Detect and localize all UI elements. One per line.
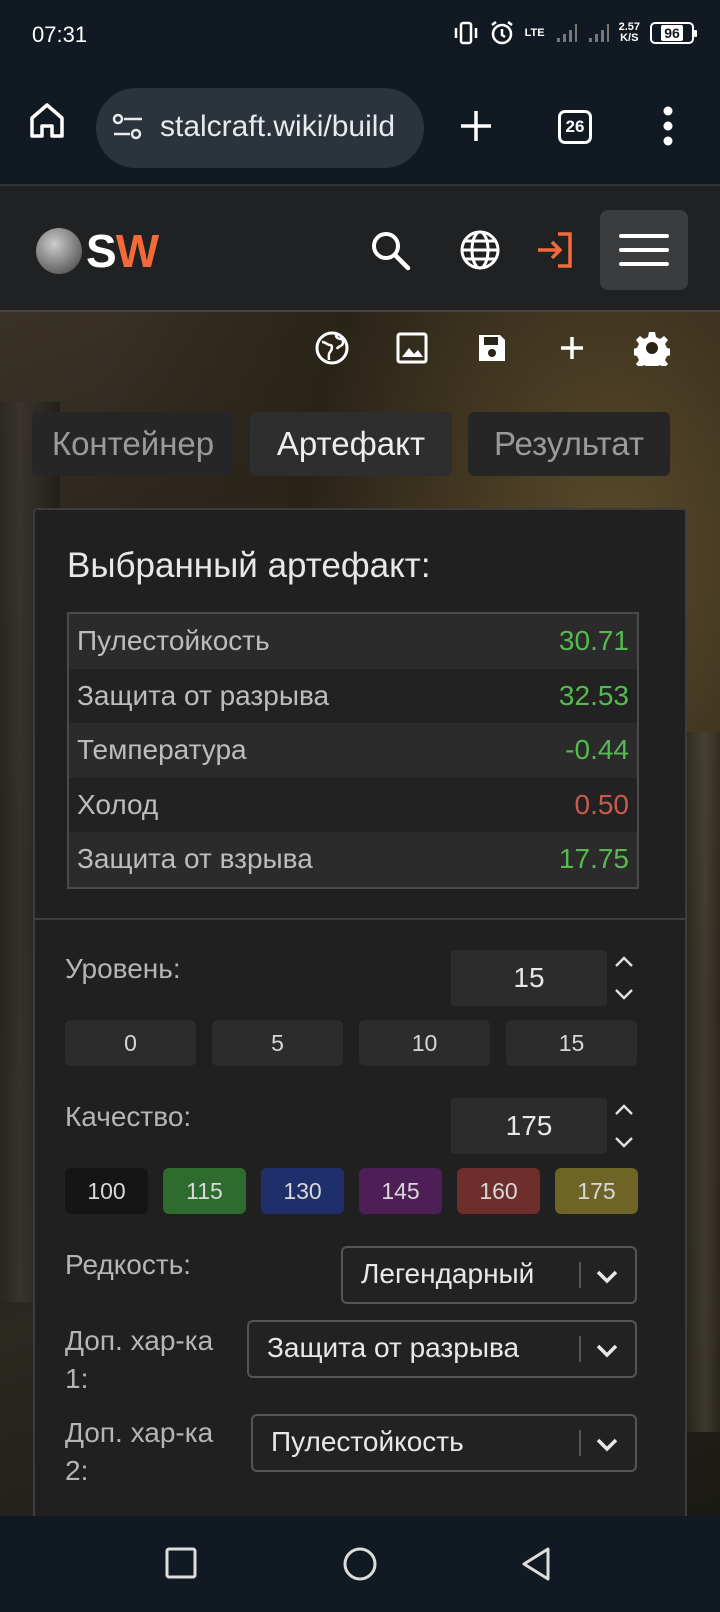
rarity-select[interactable]: Легендарный bbox=[341, 1246, 637, 1304]
search-icon[interactable] bbox=[368, 228, 412, 272]
level-label: Уровень: bbox=[65, 953, 181, 984]
stat-value: 0.50 bbox=[574, 788, 630, 820]
extra1-label: Доп. хар-ка 1: bbox=[65, 1325, 214, 1394]
level-input[interactable]: 15 bbox=[451, 950, 607, 1006]
network-type: LTE bbox=[524, 26, 545, 39]
stat-row: Защита от взрыва 17.75 bbox=[69, 832, 637, 887]
signal-icon bbox=[556, 24, 577, 42]
quality-preset-160[interactable]: 160 bbox=[457, 1168, 540, 1214]
stat-name: Холод bbox=[77, 788, 159, 820]
quality-preset-145[interactable]: 145 bbox=[359, 1168, 442, 1214]
stat-value: 17.75 bbox=[558, 843, 629, 875]
battery-indicator: 96 bbox=[650, 22, 697, 44]
status-time: 07:31 bbox=[32, 22, 88, 47]
rarity-label: Редкость: bbox=[65, 1249, 192, 1280]
system-nav-bar bbox=[0, 1516, 720, 1612]
site-logo[interactable]: SW bbox=[36, 224, 159, 278]
status-bar: 07:31 LTE 2.57 K/S 96 bbox=[0, 0, 720, 72]
site-settings-icon[interactable] bbox=[112, 112, 144, 142]
quality-preset-130[interactable]: 130 bbox=[261, 1168, 344, 1214]
stat-value: 32.53 bbox=[558, 679, 629, 711]
builder-tabs: Контейнер Артефакт Результат bbox=[32, 412, 688, 476]
quality-preset-115[interactable]: 115 bbox=[163, 1168, 246, 1214]
extra2-select[interactable]: Пулестойкость bbox=[251, 1414, 637, 1472]
quality-input[interactable]: 175 bbox=[451, 1098, 607, 1154]
logo-emblem bbox=[36, 228, 82, 274]
tab-container[interactable]: Контейнер bbox=[32, 412, 234, 476]
more-vert-icon[interactable] bbox=[662, 106, 674, 146]
browser-toolbar: stalcraft.wiki/build 26 bbox=[0, 72, 720, 184]
stat-value: 30.71 bbox=[558, 625, 629, 657]
level-preset-10[interactable]: 10 bbox=[359, 1020, 490, 1066]
rarity-value: Легендарный bbox=[361, 1258, 535, 1289]
stat-row: Пулестойкость 30.71 bbox=[69, 614, 637, 669]
login-icon[interactable] bbox=[534, 228, 578, 272]
level-stepper[interactable] bbox=[611, 950, 637, 1006]
extra2-value: Пулестойкость bbox=[271, 1426, 464, 1457]
extra1-value: Защита от разрыва bbox=[267, 1332, 520, 1363]
home-icon[interactable] bbox=[28, 100, 66, 140]
save-icon[interactable] bbox=[472, 328, 512, 368]
stat-name: Защита от взрыва bbox=[77, 843, 313, 875]
image-icon[interactable] bbox=[392, 328, 432, 368]
new-tab-icon[interactable] bbox=[458, 108, 494, 144]
quality-stepper[interactable] bbox=[611, 1098, 637, 1154]
chevron-down-icon bbox=[596, 1344, 618, 1358]
nav-recents-icon[interactable] bbox=[164, 1546, 198, 1580]
stat-row: Защита от разрыва 32.53 bbox=[69, 668, 637, 723]
nav-back-icon[interactable] bbox=[520, 1546, 554, 1582]
chevron-down-icon bbox=[596, 1270, 618, 1284]
extra1-select[interactable]: Защита от разрыва bbox=[247, 1320, 637, 1378]
add-icon[interactable] bbox=[552, 328, 592, 368]
url-text[interactable]: stalcraft.wiki/build bbox=[160, 110, 416, 144]
stat-value: -0.44 bbox=[565, 734, 629, 766]
address-bar[interactable]: stalcraft.wiki/build bbox=[96, 88, 424, 168]
tabs-icon[interactable]: 26 bbox=[558, 110, 592, 144]
level-preset-5[interactable]: 5 bbox=[212, 1020, 343, 1066]
site-header: SW bbox=[0, 184, 720, 312]
extra2-label: Доп. хар-ка 2: bbox=[65, 1417, 214, 1486]
stat-name: Защита от разрыва bbox=[77, 679, 330, 711]
globe-share-icon[interactable] bbox=[312, 328, 352, 368]
status-icons: LTE 2.57 K/S 96 bbox=[453, 20, 697, 46]
artifact-panel: Выбранный артефакт: Пулестойкость 30.71 З… bbox=[33, 508, 687, 1516]
stat-row: Холод 0.50 bbox=[69, 777, 637, 832]
globe-icon[interactable] bbox=[458, 228, 502, 272]
signal-icon-2 bbox=[588, 24, 609, 42]
quality-preset-175[interactable]: 175 bbox=[555, 1168, 638, 1214]
quality-label: Качество: bbox=[65, 1101, 192, 1132]
level-preset-15[interactable]: 15 bbox=[506, 1020, 637, 1066]
vibrate-icon bbox=[454, 21, 477, 45]
nav-home-icon[interactable] bbox=[342, 1546, 378, 1582]
page-content: Контейнер Артефакт Результат Выбранный а… bbox=[0, 312, 720, 1516]
level-preset-0[interactable]: 0 bbox=[65, 1020, 196, 1066]
chevron-down-icon bbox=[596, 1438, 618, 1452]
net-speed: 2.57 K/S bbox=[618, 21, 640, 44]
panel-divider bbox=[35, 918, 685, 920]
panel-title: Выбранный артефакт: bbox=[67, 546, 431, 585]
alarm-icon bbox=[490, 21, 513, 45]
tab-artifact[interactable]: Артефакт bbox=[250, 412, 452, 476]
builder-toolbar bbox=[0, 326, 720, 374]
hamburger-menu-icon[interactable] bbox=[600, 210, 688, 290]
stat-row: Температура -0.44 bbox=[69, 723, 637, 778]
gear-icon[interactable] bbox=[632, 328, 672, 368]
tab-result[interactable]: Результат bbox=[468, 412, 670, 476]
stat-name: Температура bbox=[77, 734, 247, 766]
stat-name: Пулестойкость bbox=[77, 625, 270, 657]
quality-preset-100[interactable]: 100 bbox=[65, 1168, 148, 1214]
stats-table: Пулестойкость 30.71 Защита от разрыва 32.5… bbox=[67, 612, 639, 889]
